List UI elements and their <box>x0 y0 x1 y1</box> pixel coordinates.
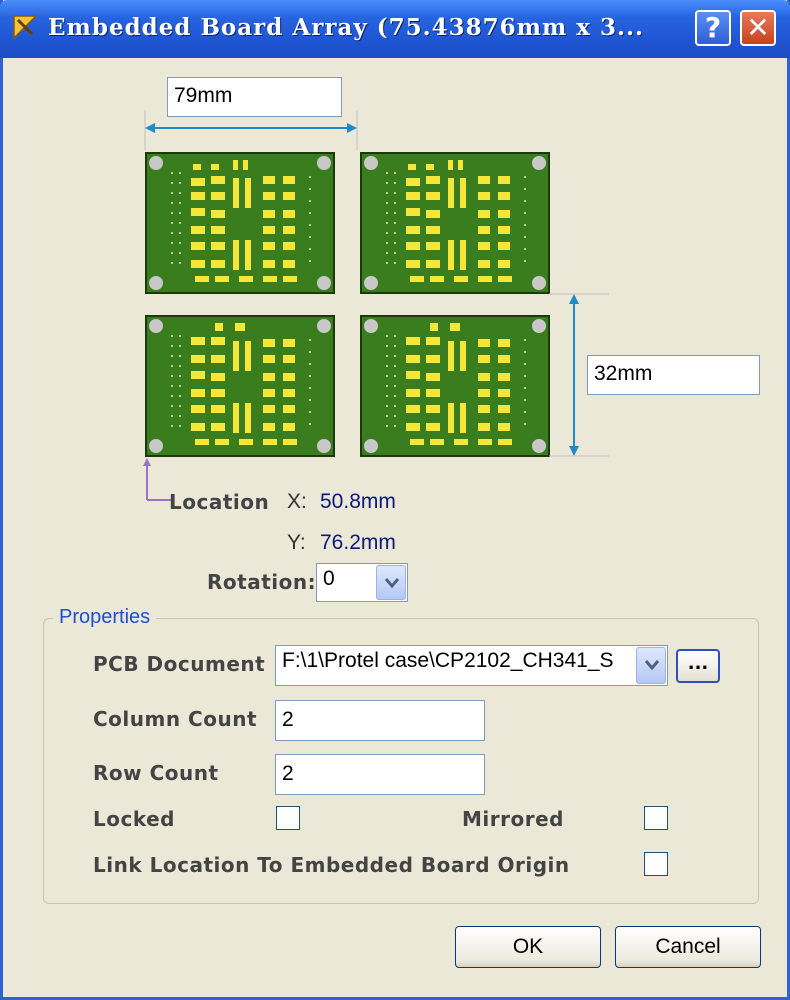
embedded-board-2[interactable] <box>360 152 550 294</box>
window-title: Embedded Board Array (75.43876mm x 3... <box>48 14 645 41</box>
help-button[interactable]: ? <box>695 10 731 46</box>
pcb-document-label: PCB Document <box>93 652 266 676</box>
location-y-label: Y: <box>287 531 306 554</box>
column-count-label: Column Count <box>93 707 258 731</box>
mirrored-label: Mirrored <box>462 807 564 831</box>
mirrored-checkbox[interactable] <box>644 806 668 830</box>
link-location-label: Link Location To Embedded Board Origin <box>93 853 570 877</box>
cancel-button[interactable]: Cancel <box>615 926 761 968</box>
location-x-label: X: <box>287 490 307 513</box>
pcb-document-select[interactable]: F:\1\Protel case\CP2102_CH341_S <box>275 645 668 686</box>
rotation-label: Rotation: <box>207 570 317 594</box>
pcb-document-value: F:\1\Protel case\CP2102_CH341_S <box>282 649 614 672</box>
row-count-label: Row Count <box>93 761 219 785</box>
rotation-value: 0 <box>323 567 335 590</box>
embedded-board-3[interactable] <box>145 315 335 457</box>
app-icon <box>13 15 38 40</box>
row-count-input[interactable]: 2 <box>275 754 485 795</box>
chevron-down-icon[interactable] <box>376 565 406 600</box>
locked-checkbox[interactable] <box>276 806 300 830</box>
embedded-board-4[interactable] <box>360 315 550 457</box>
close-button[interactable]: ✕ <box>740 10 776 46</box>
width-dimension-arrow <box>144 110 358 150</box>
chevron-down-icon[interactable] <box>636 647 666 684</box>
height-dimension-field[interactable]: 32mm <box>587 355 760 395</box>
column-count-input[interactable]: 2 <box>275 700 485 741</box>
properties-group-title: Properties <box>53 606 157 629</box>
title-bar[interactable]: Embedded Board Array (75.43876mm x 3... … <box>0 0 790 58</box>
locked-label: Locked <box>93 807 175 831</box>
rotation-select[interactable]: 0 <box>316 563 408 602</box>
embedded-board-array-dialog: Embedded Board Array (75.43876mm x 3... … <box>0 0 790 1000</box>
browse-button[interactable]: ... <box>676 649 720 683</box>
location-x-value[interactable]: 50.8mm <box>320 490 396 514</box>
location-label: Location <box>169 490 270 514</box>
ok-button[interactable]: OK <box>455 926 601 968</box>
link-location-checkbox[interactable] <box>644 852 668 876</box>
location-y-value[interactable]: 76.2mm <box>320 531 396 555</box>
embedded-board-1[interactable] <box>145 152 335 294</box>
